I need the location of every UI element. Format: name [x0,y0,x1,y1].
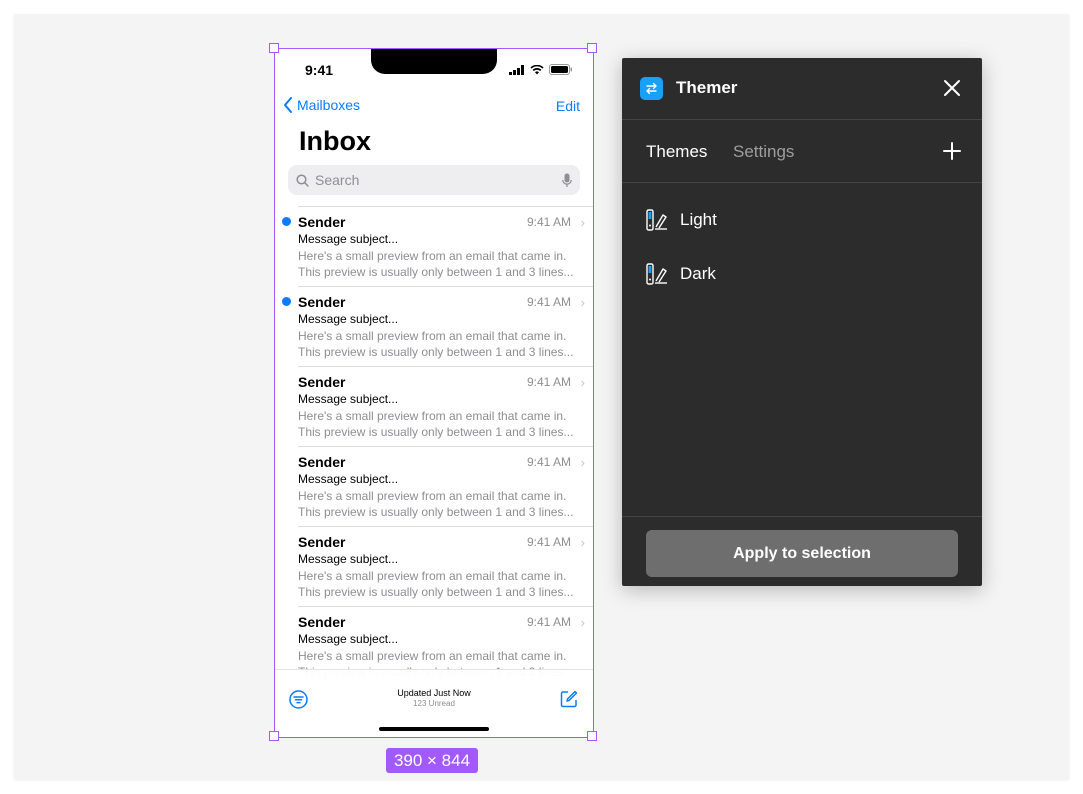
mail-sender: Sender [298,214,346,230]
mail-item[interactable]: Sender 9:41 AM › Message subject... Here… [275,206,593,286]
mail-preview-line: Here's a small preview from an email tha… [298,569,567,583]
mail-preview-line: Here's a small preview from an email tha… [298,489,567,503]
mail-preview: Here's a small preview from an email tha… [298,568,586,600]
mail-preview-line: This preview is usually only between 1 a… [298,425,574,439]
resize-handle-top-right[interactable] [587,43,597,53]
themer-logo-icon [640,77,663,100]
mail-sender: Sender [298,534,346,550]
mail-preview-line: Here's a small preview from an email tha… [298,649,567,663]
search-placeholder: Search [315,172,360,188]
notch [371,49,497,74]
mailboxes-back-button[interactable]: Mailboxes [283,97,360,113]
status-icons [509,64,573,75]
resize-handle-bottom-left[interactable] [269,731,279,741]
mail-preview: Here's a small preview from an email tha… [298,248,586,280]
search-input[interactable]: Search [288,165,580,195]
compose-icon[interactable] [560,690,578,708]
mail-time: 9:41 AM [526,455,571,469]
mail-list: Sender 9:41 AM › Message subject... Here… [275,206,593,686]
chevron-right-icon: › [580,535,585,550]
mail-time: 9:41 AM [526,375,571,389]
themer-panel: Themer Themes Settings Light Dark Apply … [622,58,982,586]
mail-time: 9:41 AM [526,215,571,229]
theme-icon [646,209,667,231]
battery-icon [549,64,572,75]
mail-preview-line: This preview is usually only between 1 a… [298,585,574,599]
chevron-right-icon: › [580,615,585,630]
wifi-icon [530,64,544,74]
unread-count: 123 Unread [413,699,455,708]
status-time: 9:41 [305,62,334,78]
mail-preview-line: Here's a small preview from an email tha… [298,249,567,263]
unread-dot [282,297,291,306]
chevron-right-icon: › [580,375,585,390]
resize-handle-top-left[interactable] [269,43,279,53]
panel-footer: Apply to selection [622,516,982,586]
resize-handle-bottom-right[interactable] [587,731,597,741]
close-icon[interactable] [942,78,962,98]
edit-button[interactable]: Edit [556,98,580,114]
search-icon [296,173,309,187]
mail-sender: Sender [298,614,346,630]
mail-subject: Message subject... [298,232,399,246]
theme-item-light[interactable]: Light [646,209,717,231]
mail-subject: Message subject... [298,632,399,646]
apply-to-selection-button[interactable]: Apply to selection [646,530,958,577]
theme-label: Light [680,210,717,229]
panel-tabs: Themes Settings [622,120,982,183]
mail-subject: Message subject... [298,312,399,326]
panel-header: Themer [622,58,982,120]
back-label: Mailboxes [297,97,361,113]
mail-item[interactable]: Sender 9:41 AM › Message subject... Here… [275,446,593,526]
chevron-right-icon: › [580,215,585,230]
mail-preview-line: Here's a small preview from an email tha… [298,329,567,343]
mail-sender: Sender [298,454,346,470]
mail-preview-line: Here's a small preview from an email tha… [298,409,567,423]
tab-settings[interactable]: Settings [733,142,794,162]
chevron-left-icon [284,97,292,113]
mail-sender: Sender [298,294,346,310]
mail-preview: Here's a small preview from an email tha… [298,408,586,440]
mail-preview-line: This preview is usually only between 1 a… [298,265,574,279]
mail-sender: Sender [298,374,346,390]
mail-preview-line: This preview is usually only between 1 a… [298,505,574,519]
mail-preview: Here's a small preview from an email tha… [298,488,586,520]
signal-icon [509,64,524,75]
tab-themes[interactable]: Themes [646,142,707,162]
mail-status: Updated Just Now 123 Unread [275,688,593,708]
phone-frame[interactable]: 9:41 Mailboxes Edit Inbox Search Sender … [275,49,593,737]
mail-item[interactable]: Sender 9:41 AM › Message subject... Here… [275,366,593,446]
theme-icon [646,263,667,285]
mail-item[interactable]: Sender 9:41 AM › Message subject... Here… [275,286,593,366]
unread-dot [282,217,291,226]
home-indicator [379,727,489,731]
updated-status: Updated Just Now [397,688,471,698]
mail-subject: Message subject... [298,472,399,486]
theme-item-dark[interactable]: Dark [646,263,716,285]
dimensions-badge: 390 × 844 [386,748,478,773]
mail-subject: Message subject... [298,392,399,406]
mail-item[interactable]: Sender 9:41 AM › Message subject... Here… [275,526,593,606]
panel-title: Themer [676,78,738,97]
page-title: Inbox [299,126,371,156]
add-icon[interactable] [942,141,962,161]
mail-time: 9:41 AM [526,535,571,549]
mail-preview-line: This preview is usually only between 1 a… [298,345,574,359]
mail-preview: Here's a small preview from an email tha… [298,328,586,360]
mail-time: 9:41 AM [526,615,571,629]
mail-subject: Message subject... [298,552,399,566]
chevron-right-icon: › [580,455,585,470]
theme-label: Dark [680,264,716,283]
mail-toolbar: Updated Just Now 123 Unread [275,669,593,737]
mail-time: 9:41 AM [526,295,571,309]
microphone-icon[interactable] [562,173,572,188]
chevron-right-icon: › [580,295,585,310]
